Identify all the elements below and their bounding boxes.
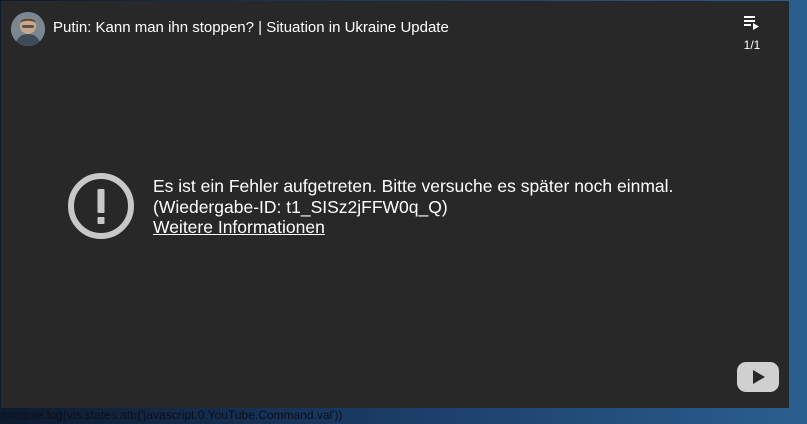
exclamation-circle-icon (67, 172, 135, 240)
console-text: console.log(vis.states.attr('javascript.… (2, 408, 343, 422)
playback-id: (Wiedergabe-ID: t1_SISz2jFFW0q_Q) (153, 196, 448, 217)
error-message-block: Es ist ein Fehler aufgetreten. Bitte ver… (153, 176, 673, 238)
playlist-button[interactable]: 1/1 (737, 13, 767, 53)
video-player[interactable]: Putin: Kann man ihn stoppen? | Situation… (1, 1, 789, 408)
channel-avatar[interactable] (11, 12, 45, 46)
player-top-bar: Putin: Kann man ihn stoppen? | Situation… (1, 1, 789, 57)
playlist-count: 1/1 (743, 38, 761, 52)
video-title[interactable]: Putin: Kann man ihn stoppen? | Situation… (53, 19, 449, 36)
playlist-icon (744, 16, 759, 30)
youtube-logo-icon[interactable] (737, 362, 779, 392)
error-message: Es ist ein Fehler aufgetreten. Bitte ver… (153, 176, 674, 196)
more-info-link[interactable]: Weitere Informationen (153, 217, 325, 237)
